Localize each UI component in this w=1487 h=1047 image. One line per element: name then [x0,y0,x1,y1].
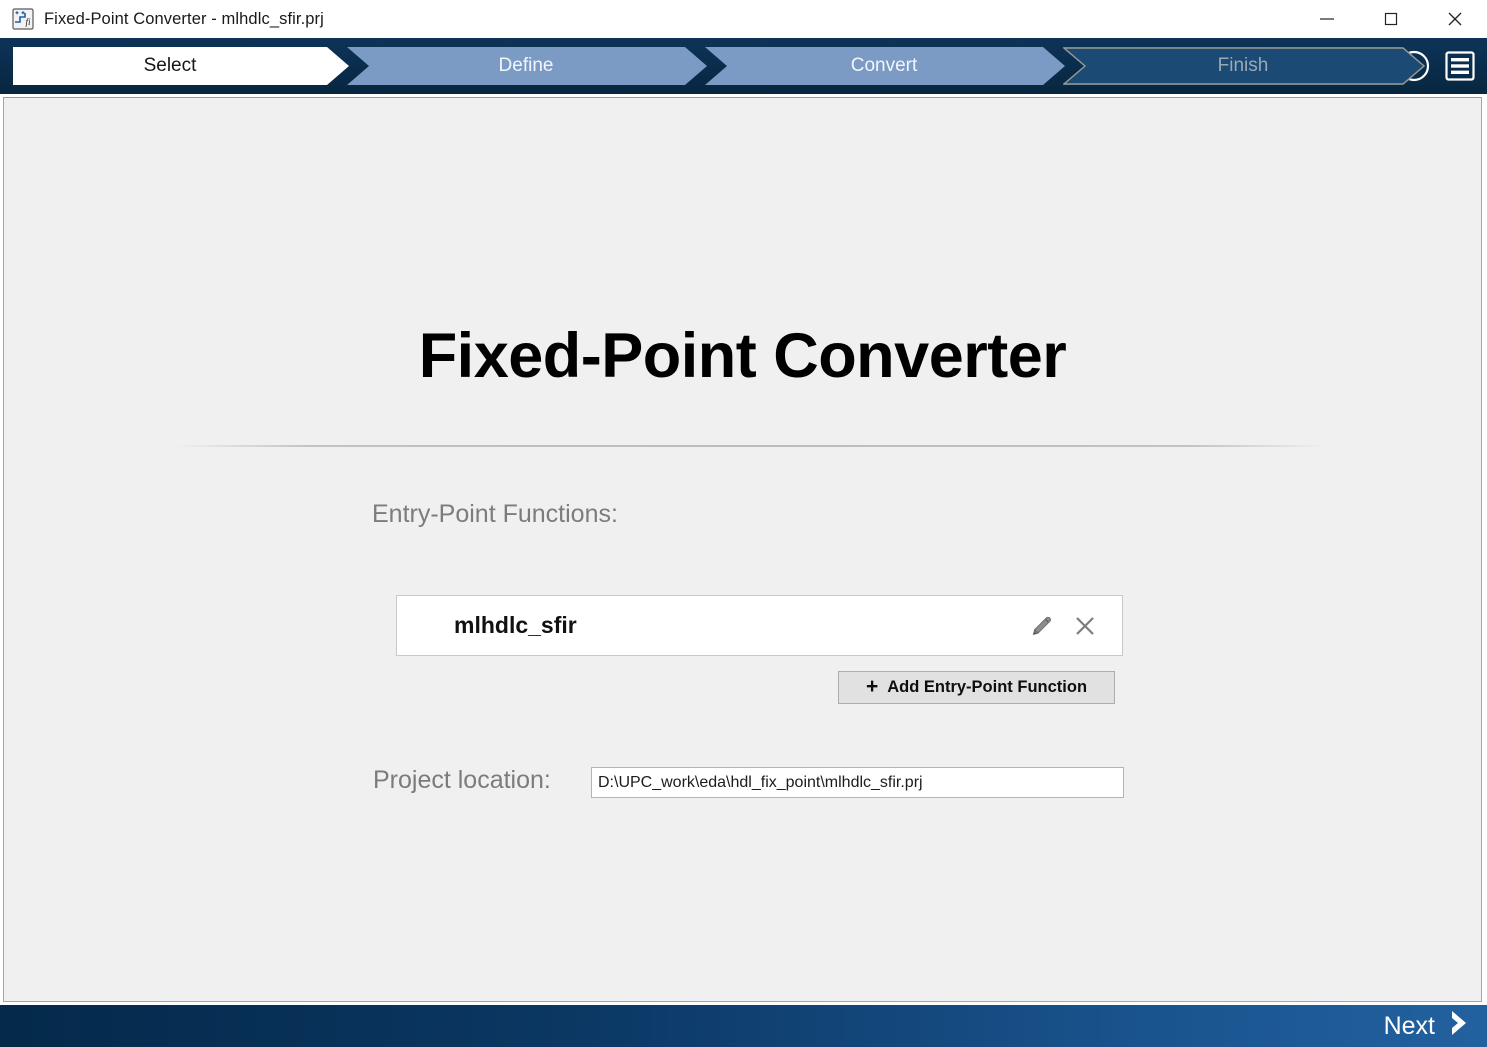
wizard-step-define[interactable]: Define [347,47,707,85]
window-title: Fixed-Point Converter - mlhdlc_sfir.prj [44,9,324,28]
pencil-icon[interactable] [1026,611,1056,641]
hamburger-menu-icon[interactable] [1441,47,1479,85]
chevron-right-icon [1447,1008,1473,1045]
fixed-point-converter-icon: fi [12,8,34,30]
next-button[interactable]: Next [1384,1008,1473,1045]
close-x-icon[interactable] [1070,611,1100,641]
project-location-value: D:\UPC_work\eda\hdl_fix_point\mlhdlc_sfi… [598,773,923,791]
next-button-label: Next [1383,1011,1435,1040]
wizard-step-define-label: Define [498,55,554,76]
close-icon[interactable] [1423,0,1487,38]
project-location-input[interactable]: D:\UPC_work\eda\hdl_fix_point\mlhdlc_sfi… [591,767,1124,798]
section-divider [174,445,1327,447]
main-content-panel: Fixed-Point Converter Entry-Point Functi… [3,97,1482,1002]
entry-point-functions-label: Entry-Point Functions: [372,500,618,528]
plus-icon: + [865,675,879,698]
wizard-nav-bar: Select Define Convert Finish ? [0,38,1487,94]
entry-point-function-row[interactable]: mlhdlc_sfir [396,595,1123,656]
page-title: Fixed-Point Converter [418,321,1067,391]
add-entry-point-function-button[interactable]: + Add Entry-Point Function [838,671,1115,704]
footer-bar: Next [0,1005,1487,1047]
svg-text:fi: fi [26,17,32,27]
minimize-icon[interactable] [1295,0,1359,38]
window-controls [1295,0,1487,38]
wizard-step-select-label: Select [143,55,197,76]
wizard-step-finish: Finish [1063,47,1425,85]
wizard-step-convert[interactable]: Convert [705,47,1065,85]
wizard-steps: Select Define Convert Finish [13,47,1425,85]
maximize-icon[interactable] [1359,0,1423,38]
wizard-step-convert-label: Convert [850,55,918,76]
entry-point-function-name: mlhdlc_sfir [454,612,577,638]
wizard-step-select[interactable]: Select [13,47,349,85]
project-location-label: Project location: [373,766,551,794]
title-bar: fi Fixed-Point Converter - mlhdlc_sfir.p… [0,0,1487,38]
entry-point-function-actions [1026,611,1100,641]
wizard-step-finish-label: Finish [1217,55,1269,76]
add-entry-point-function-label: Add Entry-Point Function [887,678,1088,696]
